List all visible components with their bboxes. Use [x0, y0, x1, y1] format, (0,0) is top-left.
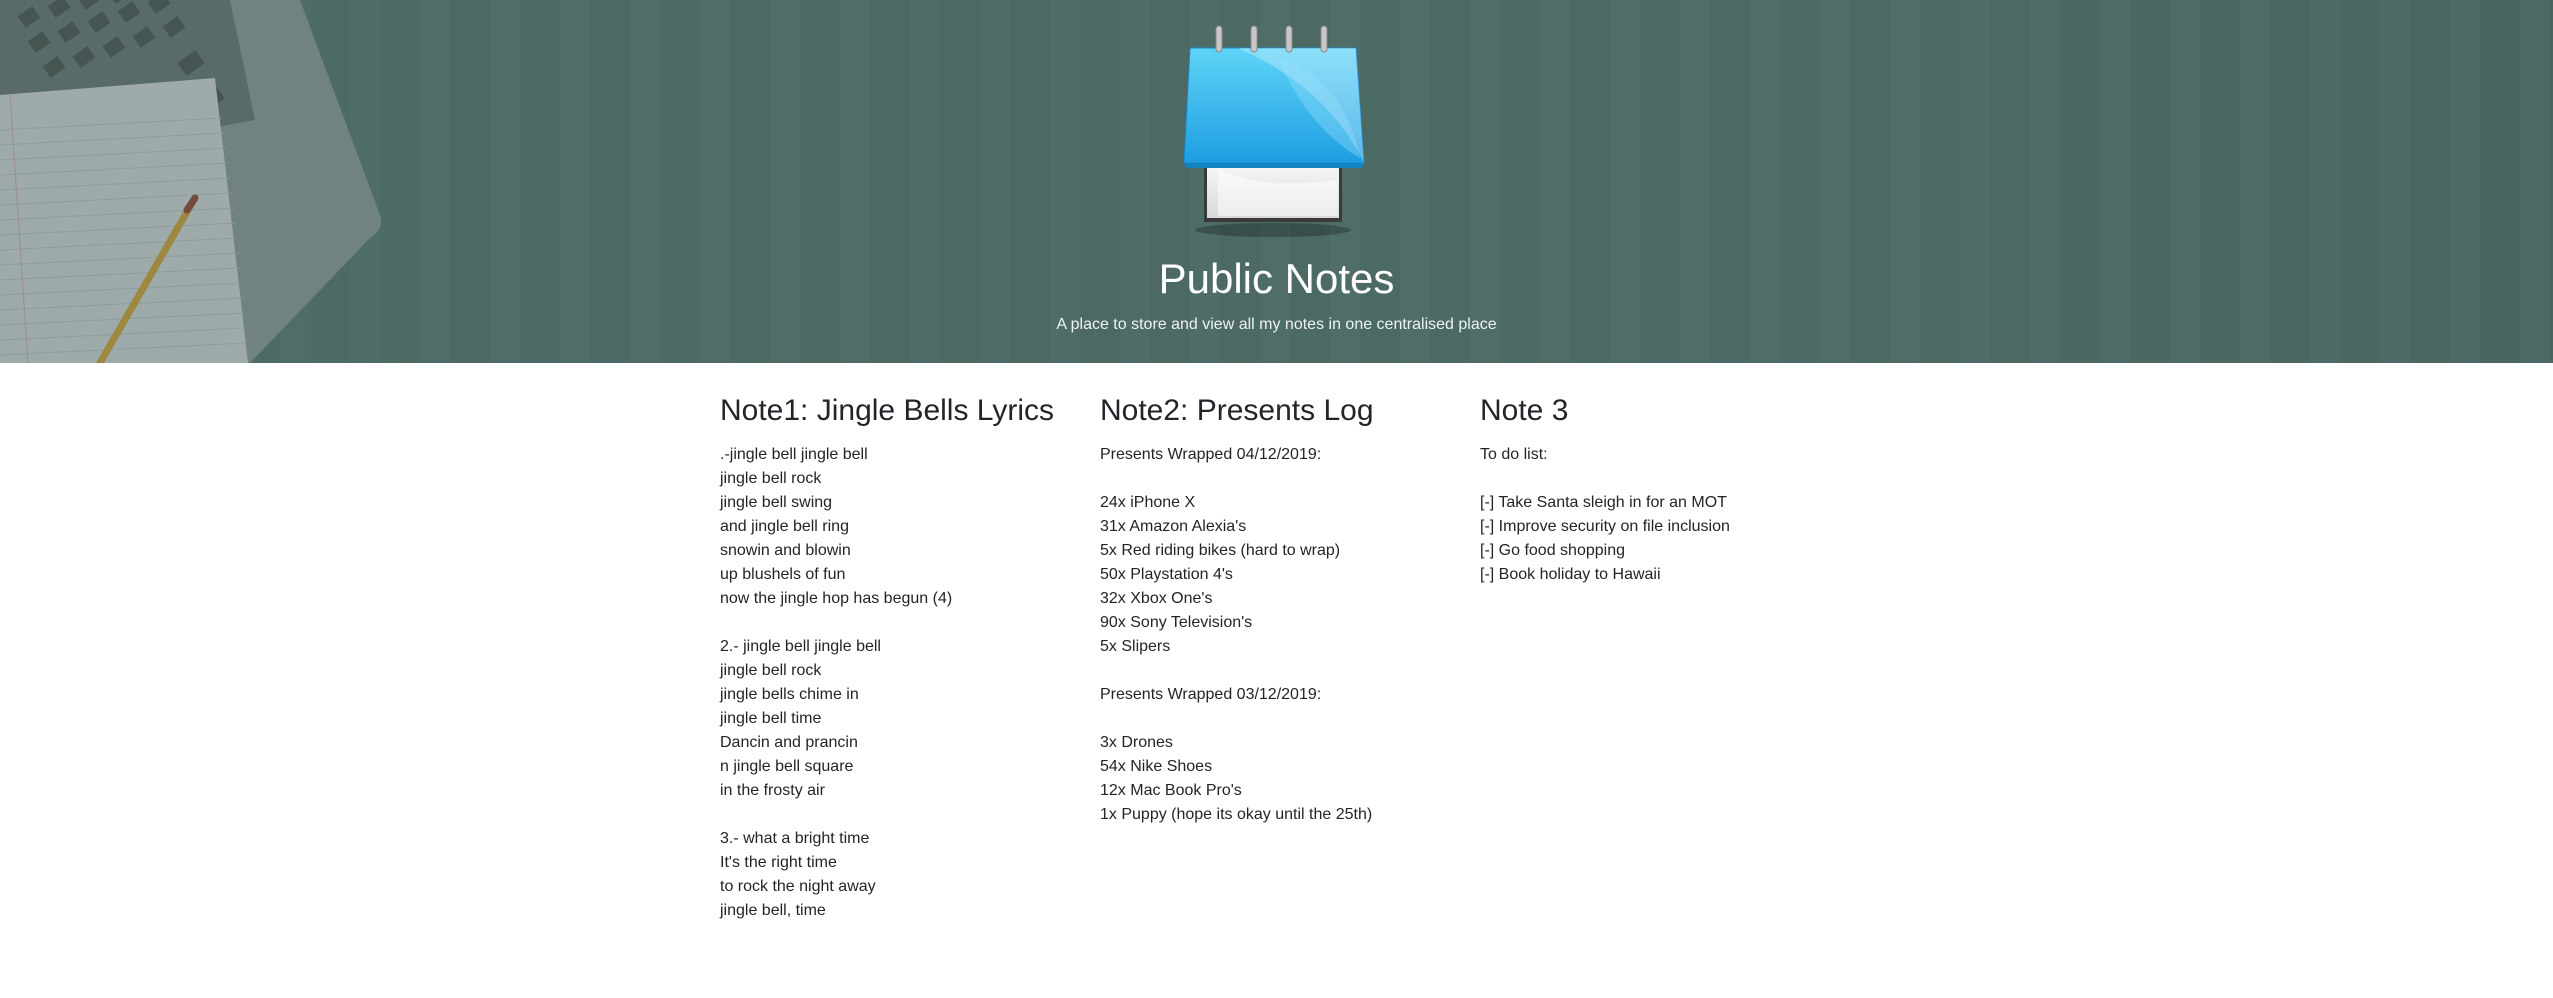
note-line: snowin and blowin: [720, 542, 851, 559]
note-card-jingle-bells: Note1: Jingle Bells Lyrics .-jingle bell…: [720, 393, 1100, 923]
note-line: Presents Wrapped 03/12/2019:: [1100, 686, 1322, 703]
note-title: Note2: Presents Log: [1100, 394, 1374, 427]
notepad-icon: [1183, 25, 1365, 237]
page-subtitle: A place to store and view all my notes i…: [1056, 316, 1497, 333]
note-line: 24x iPhone X: [1100, 494, 1196, 511]
note-line: 5x Red riding bikes (hard to wrap): [1100, 542, 1341, 559]
note-line: jingle bell swing: [720, 494, 833, 511]
note-line: now the jingle hop has begun (4): [720, 590, 953, 607]
note-line: 5x Slipers: [1100, 638, 1171, 655]
note-line: Dancin and prancin: [720, 734, 858, 751]
note-line: and jingle bell ring: [720, 518, 849, 535]
page-title: Public Notes: [1158, 255, 1395, 302]
todo-item: [-] Book holiday to Hawaii: [1480, 566, 1661, 583]
note-body: Presents Wrapped 04/12/2019: 24x iPhone …: [1100, 443, 1480, 827]
note-title: Note 3: [1480, 394, 1569, 427]
note-line: [1100, 707, 1480, 731]
note-body: .-jingle bell jingle bell jingle bell ro…: [720, 443, 1100, 923]
note-line: 54x Nike Shoes: [1100, 758, 1213, 775]
todo-item: [-] Go food shopping: [1480, 542, 1625, 559]
note-line: 2.- jingle bell jingle bell: [720, 638, 881, 655]
note-line: Presents Wrapped 04/12/2019:: [1100, 446, 1322, 463]
note-line: jingle bell, time: [720, 902, 826, 919]
note-line: 32x Xbox One's: [1100, 590, 1213, 607]
note-line: .-jingle bell jingle bell: [720, 446, 868, 463]
note-line: 12x Mac Book Pro's: [1100, 782, 1242, 799]
note-line: To do list:: [1480, 446, 1548, 463]
note-card-presents-log: Note2: Presents Log Presents Wrapped 04/…: [1100, 393, 1480, 923]
note-line: jingle bell time: [720, 710, 822, 727]
note-card-todo: Note 3 To do list: [-] Take Santa sleigh…: [1480, 393, 1860, 923]
notes-container: Note1: Jingle Bells Lyrics .-jingle bell…: [720, 393, 1860, 923]
note-title: Note1: Jingle Bells Lyrics: [720, 394, 1055, 427]
hero-banner: Public Notes A place to store and view a…: [0, 0, 2553, 363]
note-line: 31x Amazon Alexia's: [1100, 518, 1247, 535]
note-line: [720, 803, 1100, 827]
note-line: [1480, 467, 1860, 491]
note-line: up blushels of fun: [720, 566, 846, 583]
note-body: To do list: [-] Take Santa sleigh in for…: [1480, 443, 1860, 587]
note-line: to rock the night away: [720, 878, 876, 895]
note-line: [1100, 659, 1480, 683]
note-line: It's the right time: [720, 854, 837, 871]
note-line: [720, 611, 1100, 635]
note-line: [1100, 467, 1480, 491]
note-line: 3x Drones: [1100, 734, 1173, 751]
note-line: in the frosty air: [720, 782, 825, 799]
note-line: n jingle bell square: [720, 758, 854, 775]
todo-item: [-] Improve security on file inclusion: [1480, 518, 1730, 535]
note-line: 1x Puppy (hope its okay until the 25th): [1100, 806, 1373, 823]
note-line: jingle bell rock: [720, 662, 822, 679]
note-line: jingle bells chime in: [720, 686, 859, 703]
note-line: 50x Playstation 4's: [1100, 566, 1233, 583]
note-line: 90x Sony Television's: [1100, 614, 1253, 631]
laptop-notepad-illustration: [0, 0, 400, 363]
note-line: jingle bell rock: [720, 470, 822, 487]
note-line: 3.- what a bright time: [720, 830, 870, 847]
todo-item: [-] Take Santa sleigh in for an MOT: [1480, 494, 1727, 511]
